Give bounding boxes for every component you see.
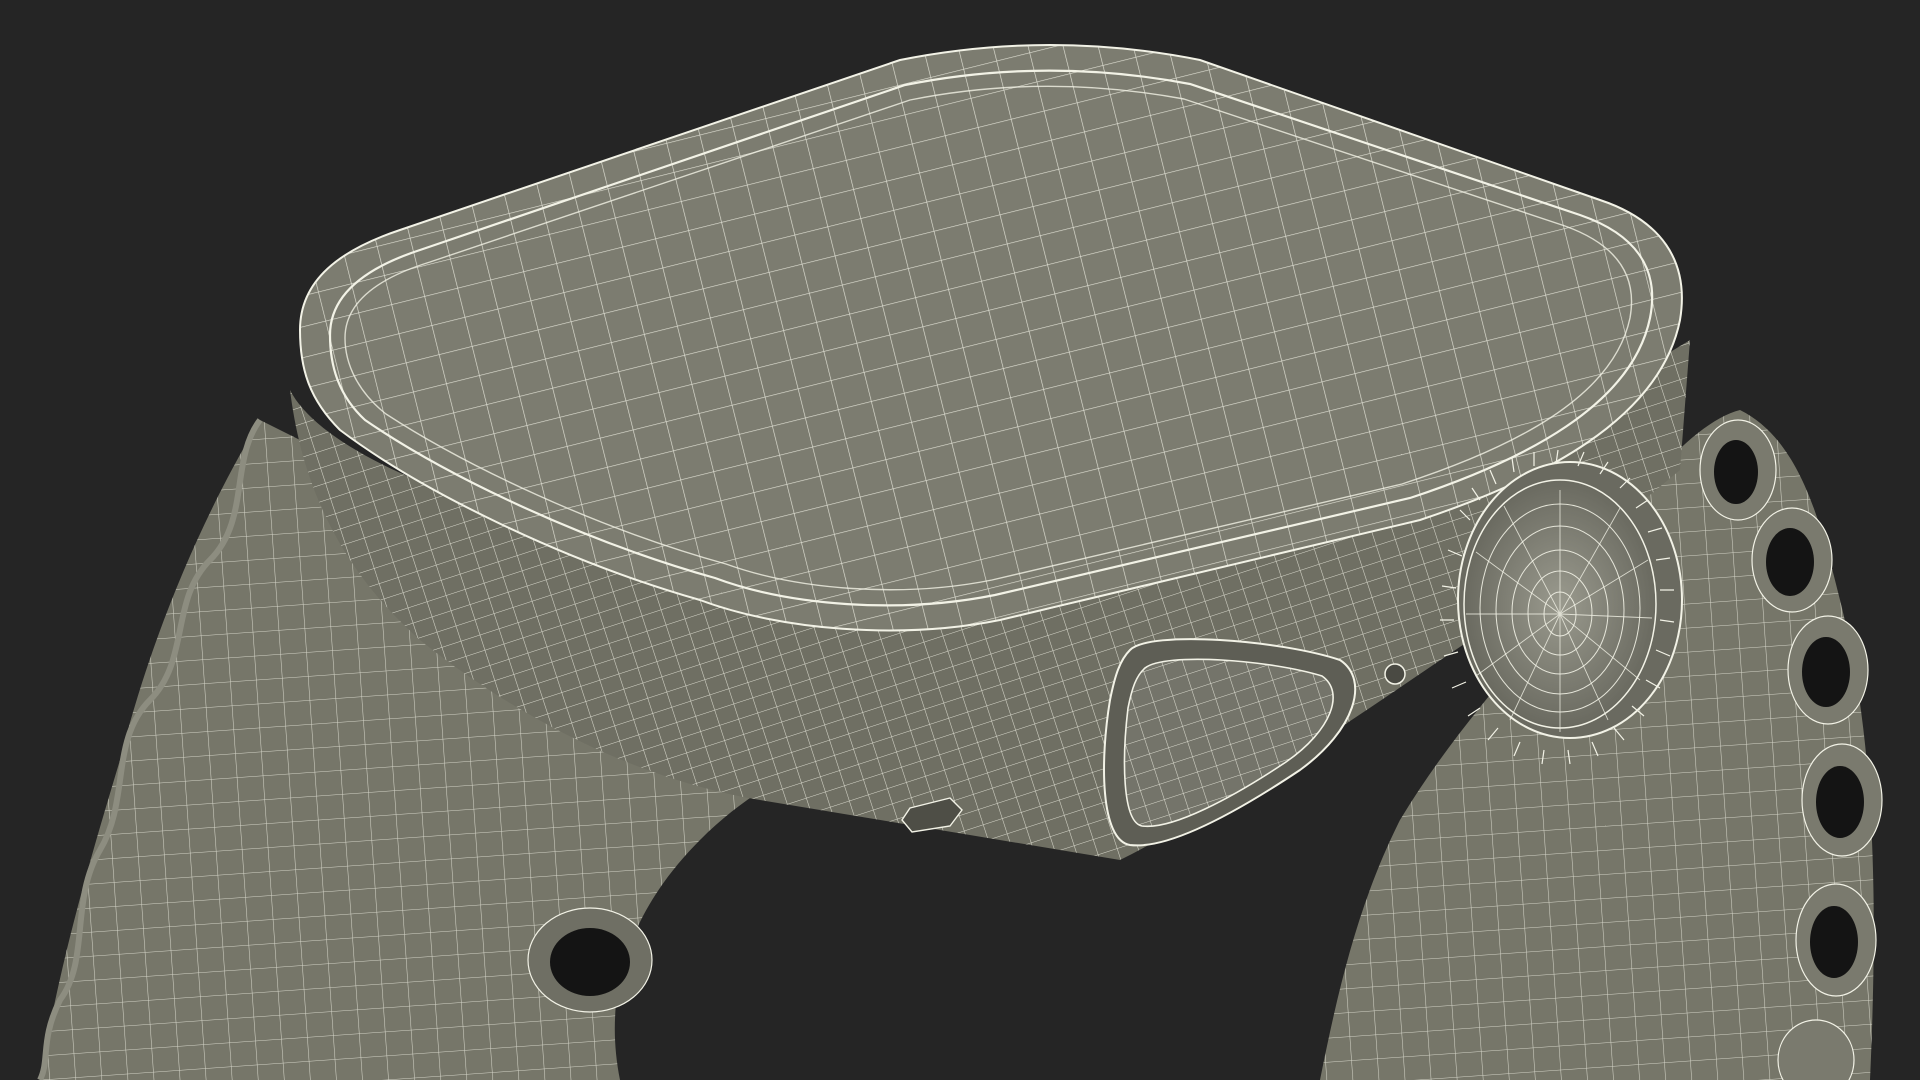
microphone-hole — [1384, 663, 1406, 685]
wireframe-watch-render — [0, 0, 1920, 1080]
left-strap-hole — [527, 907, 653, 1013]
